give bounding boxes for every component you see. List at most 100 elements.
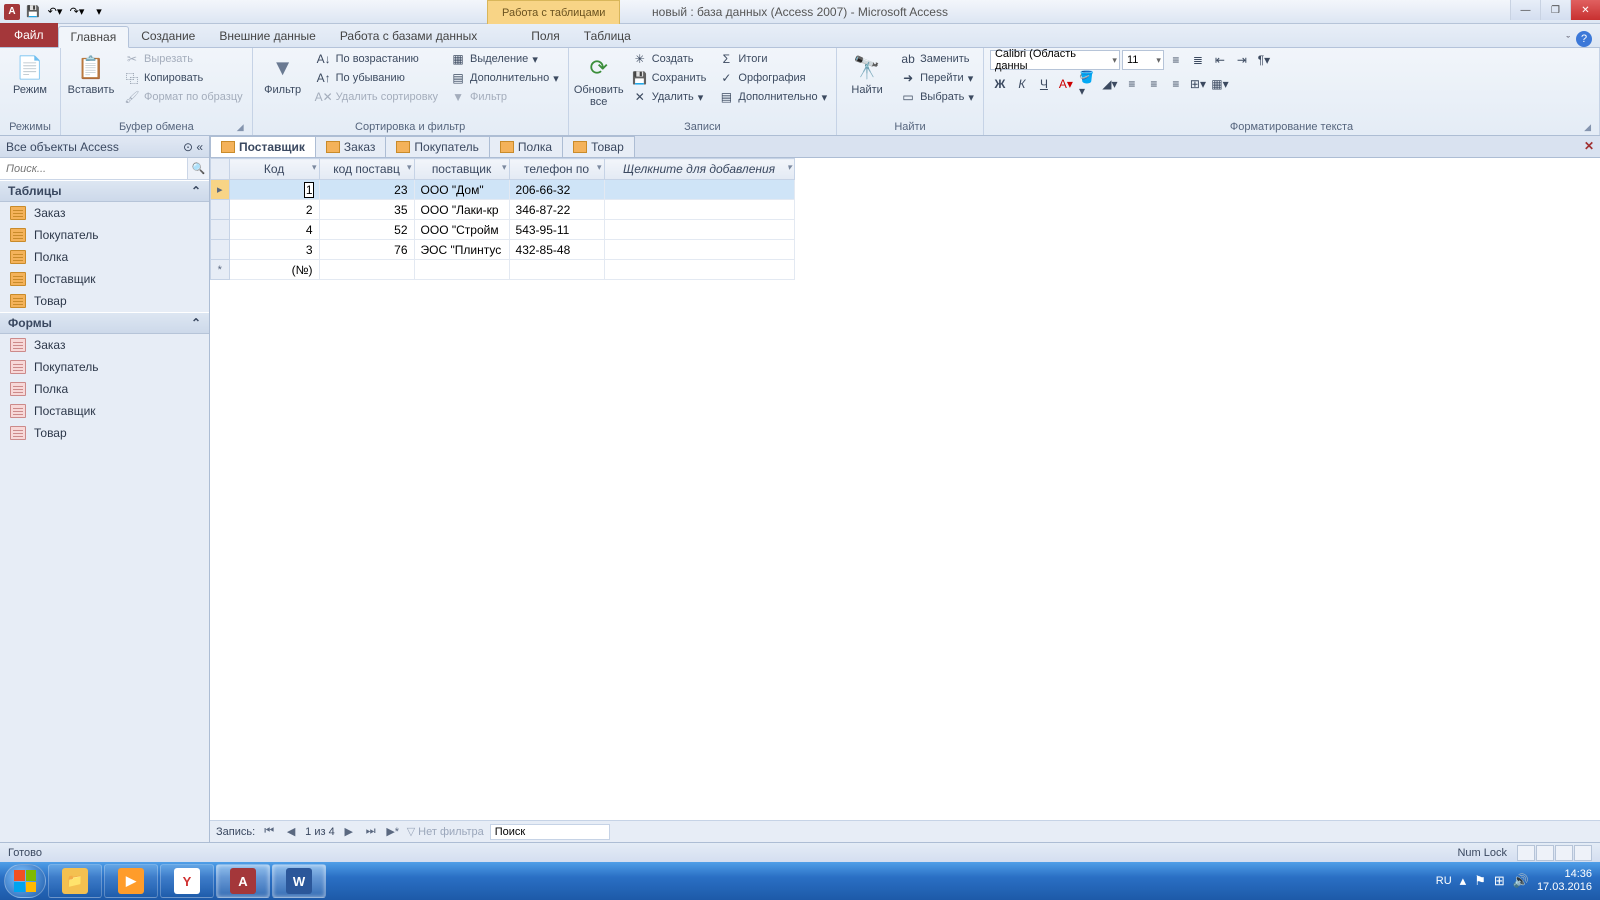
cell[interactable] [604, 240, 794, 260]
goto-button[interactable]: ➜Перейти ▾ [897, 69, 977, 87]
cell[interactable] [319, 260, 414, 280]
yandex-task-button[interactable]: Y [160, 864, 214, 898]
text-format-dialog-icon[interactable]: ◢ [1584, 122, 1591, 133]
design-view-btn[interactable] [1536, 845, 1554, 861]
close-button[interactable]: ✕ [1570, 0, 1600, 20]
undo-icon[interactable]: ↶▾ [46, 3, 64, 21]
select-all-cell[interactable] [211, 159, 230, 180]
bullets-icon[interactable]: ≡ [1166, 50, 1186, 70]
align-center-button[interactable]: ≡ [1144, 74, 1164, 94]
totals-button[interactable]: ΣИтоги [715, 50, 830, 68]
font-name-combo[interactable]: Calibri (Область данны [990, 50, 1120, 70]
save-record-button[interactable]: 💾Сохранить [629, 69, 710, 87]
spelling-button[interactable]: ✓Орфография [715, 69, 830, 87]
cell[interactable]: 23 [319, 180, 414, 200]
cell[interactable]: ЭОС "Плинтус [414, 240, 509, 260]
next-record-button[interactable]: ▶ [341, 825, 357, 838]
cell[interactable] [604, 200, 794, 220]
font-color-button[interactable]: A▾ [1056, 74, 1076, 94]
selection-filter-button[interactable]: ▦Выделение ▾ [447, 50, 562, 68]
new-record-nav-button[interactable]: ▶* [385, 825, 401, 838]
advanced-filter-button[interactable]: ▤Дополнительно ▾ [447, 69, 562, 87]
cell[interactable]: (№) [229, 260, 319, 280]
clear-sort-button[interactable]: A✕Удалить сортировку [313, 88, 441, 106]
help-icon[interactable]: ? [1576, 31, 1592, 47]
replace-button[interactable]: abЗаменить [897, 50, 977, 68]
sort-desc-button[interactable]: A↑По убыванию [313, 69, 441, 87]
file-tab[interactable]: Файл [0, 23, 58, 47]
nav-item[interactable]: Покупатель [0, 356, 209, 378]
datasheet-grid[interactable]: Код▾код поставц▾поставщик▾телефон по▾Щел… [210, 158, 1600, 820]
last-record-button[interactable]: ⏭ [363, 825, 379, 838]
doc-tab[interactable]: Полка [489, 136, 563, 157]
pivot-view-btn[interactable] [1555, 845, 1573, 861]
nav-item[interactable]: Заказ [0, 202, 209, 224]
chart-view-btn[interactable] [1574, 845, 1592, 861]
paste-button[interactable]: 📋 Вставить [67, 50, 115, 96]
bold-button[interactable]: Ж [990, 74, 1010, 94]
cell[interactable]: 76 [319, 240, 414, 260]
chevron-down-icon[interactable]: ⊙ « [183, 140, 203, 154]
datasheet-view-btn[interactable] [1517, 845, 1535, 861]
table-row[interactable]: 452ООО "Стройм543-95-11 [211, 220, 795, 240]
tray-arrow-icon[interactable]: ▴ [1460, 873, 1467, 889]
tab-home[interactable]: Главная [58, 26, 130, 48]
doc-tab[interactable]: Поставщик [210, 136, 316, 157]
more-records-button[interactable]: ▤Дополнительно ▾ [715, 88, 830, 106]
align-right-button[interactable]: ≡ [1166, 74, 1186, 94]
cell[interactable] [509, 260, 604, 280]
chevron-down-icon[interactable]: ▾ [312, 162, 317, 173]
start-button[interactable] [4, 864, 46, 898]
new-record-button[interactable]: ✳Создать [629, 50, 710, 68]
word-task-button[interactable]: W [272, 864, 326, 898]
doc-tab[interactable]: Покупатель [385, 136, 489, 157]
nav-group-header[interactable]: Таблицы⌃ [0, 180, 209, 202]
qat-customize-icon[interactable]: ▾ [90, 3, 108, 21]
row-selector[interactable] [211, 220, 230, 240]
record-search-input[interactable] [490, 824, 610, 840]
chevron-down-icon[interactable]: ▾ [407, 162, 412, 173]
row-selector[interactable]: * [211, 260, 230, 280]
media-task-button[interactable]: ▶ [104, 864, 158, 898]
filter-button[interactable]: ▼ Фильтр [259, 50, 307, 96]
cell[interactable]: 35 [319, 200, 414, 220]
underline-button[interactable]: Ч [1034, 74, 1054, 94]
column-header[interactable]: телефон по▾ [509, 159, 604, 180]
network-icon[interactable]: ⊞ [1494, 873, 1505, 889]
numbering-icon[interactable]: ≣ [1188, 50, 1208, 70]
row-selector[interactable]: ▸ [211, 180, 230, 200]
table-row[interactable]: 376ЭОС "Плинтус432-85-48 [211, 240, 795, 260]
nav-item[interactable]: Товар [0, 290, 209, 312]
font-size-combo[interactable]: 11 [1122, 50, 1164, 70]
tab-fields[interactable]: Поля [519, 25, 572, 47]
text-dir-icon[interactable]: ¶▾ [1254, 50, 1274, 70]
cut-button[interactable]: ✂Вырезать [121, 50, 246, 68]
minimize-button[interactable]: — [1510, 0, 1540, 20]
cell[interactable] [604, 180, 794, 200]
cell[interactable]: 543-95-11 [509, 220, 604, 240]
cell[interactable] [604, 220, 794, 240]
highlight-button[interactable]: ◢▾ [1100, 74, 1120, 94]
row-selector[interactable] [211, 240, 230, 260]
cell[interactable]: 432-85-48 [509, 240, 604, 260]
indent-dec-icon[interactable]: ⇤ [1210, 50, 1230, 70]
column-header[interactable]: Код▾ [229, 159, 319, 180]
nav-item[interactable]: Поставщик [0, 268, 209, 290]
flag-icon[interactable]: ⚑ [1474, 873, 1486, 889]
cell[interactable]: 206-66-32 [509, 180, 604, 200]
indent-inc-icon[interactable]: ⇥ [1232, 50, 1252, 70]
prev-record-button[interactable]: ◀ [283, 825, 299, 838]
format-painter-button[interactable]: 🖌Формат по образцу [121, 88, 246, 106]
copy-button[interactable]: ⿻Копировать [121, 69, 246, 87]
doc-tab[interactable]: Товар [562, 136, 635, 157]
cell[interactable]: 1 [229, 180, 319, 200]
lang-indicator[interactable]: RU [1436, 875, 1452, 887]
refresh-all-button[interactable]: ⟳ Обновить все [575, 50, 623, 108]
chevron-down-icon[interactable]: ▾ [597, 162, 602, 173]
table-row[interactable]: ▸123ООО "Дом"206-66-32 [211, 180, 795, 200]
first-record-button[interactable]: ⏮ [261, 825, 277, 838]
alt-row-color-button[interactable]: ▦▾ [1210, 74, 1230, 94]
nav-group-header[interactable]: Формы⌃ [0, 312, 209, 334]
column-header[interactable]: поставщик▾ [414, 159, 509, 180]
nav-item[interactable]: Заказ [0, 334, 209, 356]
